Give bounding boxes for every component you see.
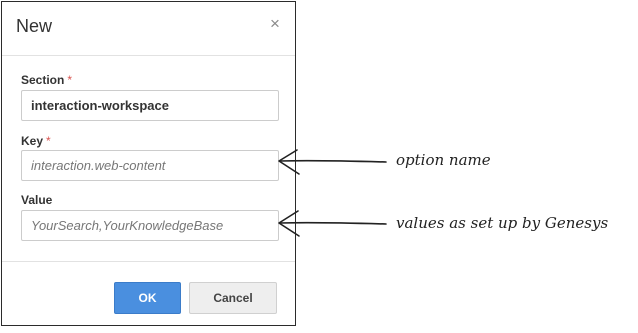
- section-label: Section *: [21, 73, 72, 87]
- section-label-text: Section: [21, 73, 65, 87]
- key-input[interactable]: [21, 150, 279, 181]
- footer-divider: [2, 261, 295, 262]
- dialog-title: New: [16, 16, 53, 36]
- key-label: Key *: [21, 134, 51, 148]
- cancel-button[interactable]: Cancel: [189, 282, 277, 314]
- value-input[interactable]: [21, 210, 279, 241]
- value-label-text: Value: [21, 193, 53, 207]
- section-input[interactable]: [21, 90, 279, 121]
- header-divider: [2, 55, 295, 56]
- values-note: values as set up by Genesys: [396, 214, 609, 232]
- key-label-text: Key: [21, 134, 44, 148]
- close-icon[interactable]: ×: [270, 15, 280, 32]
- ok-button[interactable]: OK: [114, 282, 181, 314]
- new-dialog: New × Section* Key* Value OK Cancel: [1, 1, 296, 326]
- section-required-mark: *: [67, 73, 73, 87]
- key-required-mark: *: [46, 134, 51, 148]
- option-name-note: option name: [396, 151, 491, 169]
- screenshot-stage: New × Section* Key* Value OK Cancel opti…: [0, 0, 638, 333]
- value-label: Value: [21, 193, 52, 207]
